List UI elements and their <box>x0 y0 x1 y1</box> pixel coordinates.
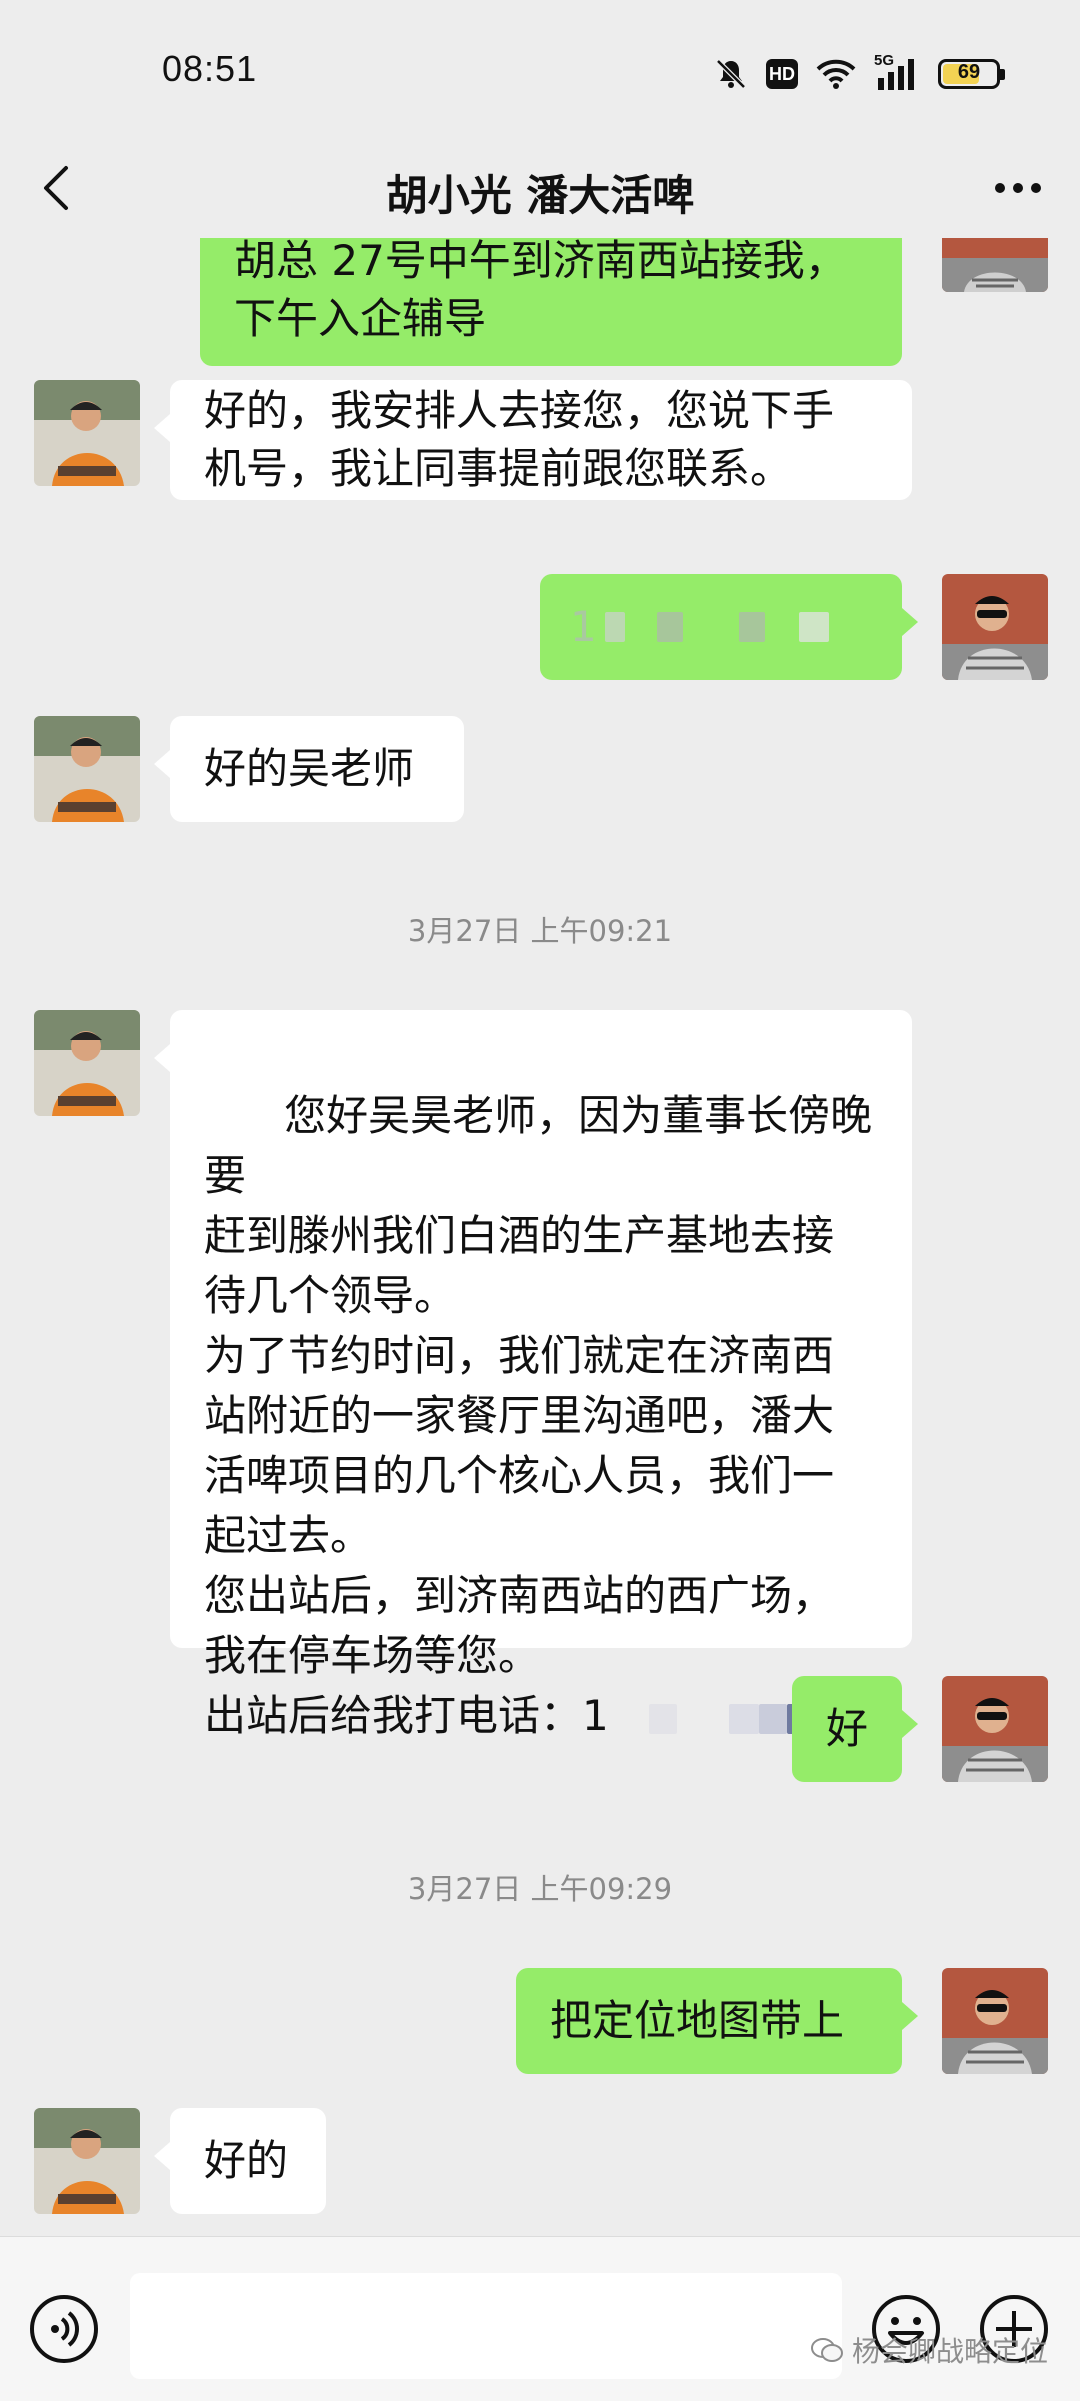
contact-avatar[interactable] <box>34 380 140 486</box>
self-avatar[interactable] <box>942 574 1048 680</box>
self-avatar[interactable] <box>942 238 1048 292</box>
redaction-block <box>656 612 683 642</box>
message-row: 好的，我安排人去接您，您说下手 机号，我让同事提前跟您联系。 <box>0 380 1080 504</box>
message-row: 好 <box>0 1676 1080 1784</box>
message-text: 好的吴老师 <box>204 744 415 793</box>
received-message-bubble[interactable]: 好的，我安排人去接您，您说下手 机号，我让同事提前跟您联系。 <box>154 380 912 500</box>
message-row: 1 <box>0 574 1080 682</box>
status-icons: HD 5G 69 <box>714 52 1005 96</box>
sent-message-bubble[interactable]: 把定位地图带上 <box>516 1968 918 2074</box>
status-bar: 08:51 HD 5G 69 <box>0 0 1080 140</box>
sent-message-bubble[interactable]: 好 <box>792 1676 918 1782</box>
self-avatar[interactable] <box>942 1676 1048 1782</box>
chat-messages-area[interactable]: 胡总 27号中午到济南西站接我， 下午入企辅导 好的，我安排人去接您，您说下手 … <box>0 238 1080 2236</box>
message-text: 好的，我安排人去接您，您说下手 机号，我让同事提前跟您联系。 <box>204 386 835 493</box>
sent-message-bubble[interactable]: 1 <box>540 574 918 680</box>
redaction-block <box>738 612 765 642</box>
chat-header: 胡小光 潘大活啤 <box>0 140 1080 236</box>
contact-avatar[interactable] <box>34 2108 140 2214</box>
mute-bell-icon <box>716 59 746 89</box>
more-options-icon[interactable] <box>986 158 1050 218</box>
message-text: 您好吴昊老师，因为董事长傍晚要 赶到滕州我们白酒的生产基地去接 待几个领导。 为… <box>204 1091 873 1740</box>
hd-badge: HD <box>766 59 798 89</box>
received-message-bubble[interactable]: 好的吴老师 <box>154 716 464 822</box>
message-row: 胡总 27号中午到济南西站接我， 下午入企辅导 <box>0 238 1080 368</box>
contact-avatar[interactable] <box>34 1010 140 1116</box>
watermark: 杨会卿战略定位 <box>810 2330 1048 2370</box>
message-text: 把定位地图带上 <box>550 1996 845 2045</box>
wifi-icon <box>816 59 856 89</box>
message-input-bar <box>0 2236 1080 2401</box>
phone-number-redacted: 1 <box>570 602 597 651</box>
status-time: 08:51 <box>162 48 258 89</box>
chat-title: 胡小光 潘大活啤 <box>385 171 695 220</box>
redaction-block <box>604 612 625 642</box>
self-avatar[interactable] <box>942 1968 1048 2074</box>
contact-avatar[interactable] <box>34 716 140 822</box>
message-row: 好的吴老师 <box>0 716 1080 824</box>
message-timestamp: 3月27日 上午09:21 <box>407 914 673 948</box>
message-text: 好的 <box>204 2136 289 2185</box>
message-timestamp: 3月27日 上午09:29 <box>407 1872 673 1906</box>
battery-level: 69 <box>957 61 981 83</box>
received-message-bubble[interactable]: 您好吴昊老师，因为董事长傍晚要 赶到滕州我们白酒的生产基地去接 待几个领导。 为… <box>154 1010 912 1740</box>
message-row: 您好吴昊老师，因为董事长傍晚要 赶到滕州我们白酒的生产基地去接 待几个领导。 为… <box>0 1010 1080 1740</box>
message-row: 好的 <box>0 2108 1080 2216</box>
message-row: 把定位地图带上 <box>0 1968 1080 2076</box>
watermark-text: 杨会卿战略定位 <box>852 2335 1049 2368</box>
received-message-bubble[interactable]: 好的 <box>154 2108 326 2214</box>
message-text-input[interactable] <box>130 2273 842 2379</box>
sent-message-bubble[interactable]: 胡总 27号中午到济南西站接我， 下午入企辅导 <box>200 238 902 366</box>
redaction-block <box>798 612 829 642</box>
cellular-signal-icon: 5G <box>874 52 920 92</box>
battery-icon: 69 <box>938 59 1005 89</box>
message-text: 好 <box>825 1704 868 1753</box>
voice-input-icon[interactable] <box>28 2293 100 2365</box>
wechat-logo-icon <box>811 2338 843 2362</box>
